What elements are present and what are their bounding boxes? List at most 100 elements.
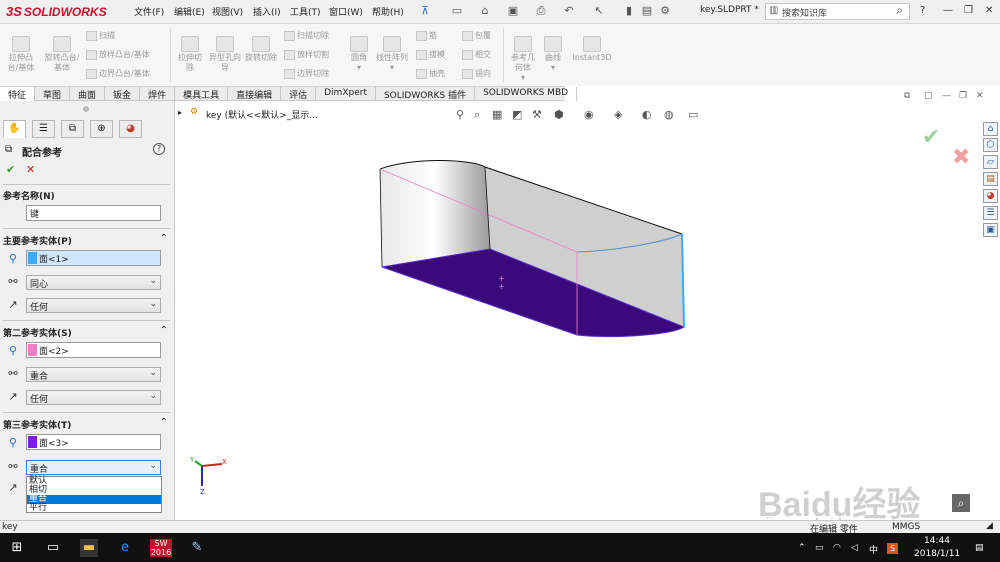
linear-pattern-button[interactable]: 线性阵列 ▾	[376, 36, 408, 73]
dropdown-option-default[interactable]: 默认	[27, 477, 161, 486]
tertiary-mate-type-select[interactable]: 重合 ⌄	[26, 460, 161, 475]
section-secondary-entity[interactable]: 第二参考实体(S) ⌃	[3, 325, 170, 339]
key-model[interactable]: + +	[372, 157, 692, 339]
file-explorer-icon[interactable]: ▬	[80, 539, 98, 557]
mate-type-dropdown-list[interactable]: 默认 相切 重合 平行	[26, 476, 162, 513]
ime-indicator[interactable]: 中	[869, 543, 878, 556]
tray-chevron-icon[interactable]: ⌃	[798, 543, 806, 553]
tab-sheet-metal[interactable]: 钣金	[105, 87, 141, 101]
search-icon[interactable]: ⌕	[896, 3, 903, 18]
file-properties-icon[interactable]: ▤	[640, 4, 654, 18]
taskpane-forum-icon[interactable]: ▣	[983, 223, 998, 237]
apply-scene-icon[interactable]: ◍	[664, 108, 674, 121]
curves-button[interactable]: 曲线 ▾	[540, 36, 566, 73]
network-icon[interactable]: ▭	[815, 543, 824, 553]
view-settings-icon[interactable]: ▭	[688, 108, 698, 121]
draft-button[interactable]: 拔模	[416, 49, 445, 60]
collapse-chevron-icon[interactable]: ⌃	[160, 417, 168, 428]
tab-mold-tools[interactable]: 模具工具	[175, 87, 229, 101]
tab-evaluate[interactable]: 评估	[281, 87, 317, 101]
taskpane-file-explorer-icon[interactable]: ▤	[983, 172, 998, 186]
graphics-area[interactable]: ▸ ⚙ key (默认<<默认>_显示... ⚲ ⌕ ▦ ◩ ⚒ ⬢ ◉ ◈ ◐…	[176, 91, 984, 530]
section-tertiary-entity[interactable]: 第三参考实体(T) ⌃	[3, 417, 170, 431]
primary-alignment-select[interactable]: 任何 ⌄	[26, 298, 161, 313]
open-file-icon[interactable]: ⌂	[478, 4, 492, 18]
secondary-entity-selection[interactable]: 面<2>	[26, 342, 161, 358]
boundary-boss-button[interactable]: 边界凸台/基体	[86, 68, 150, 79]
edge-browser-icon[interactable]: e	[116, 539, 134, 557]
dynamic-annotation-icon[interactable]: ⚒	[532, 108, 542, 121]
wrap-button[interactable]: 包覆	[462, 30, 491, 41]
restore-icon[interactable]: ❐	[964, 5, 973, 16]
boundary-cut-button[interactable]: 边界切除	[284, 68, 329, 79]
viewport-tile-icon[interactable]: ▢	[924, 91, 933, 101]
tab-sketch[interactable]: 草图	[35, 87, 71, 101]
undo-icon[interactable]: ↶	[562, 4, 576, 18]
property-manager-tab-icon[interactable]: ☰	[32, 120, 55, 138]
menu-edit[interactable]: 编辑(E)	[174, 5, 205, 18]
tab-mbd[interactable]: SOLIDWORKS MBD	[475, 87, 578, 101]
windows-start-icon[interactable]: ⊞	[8, 539, 26, 557]
options-gear-icon[interactable]: ⚙	[658, 4, 672, 18]
menu-help[interactable]: 帮助(H)	[372, 5, 404, 18]
rib-button[interactable]: 筋	[416, 30, 437, 41]
model-end-face[interactable]	[380, 160, 490, 268]
section-view-icon[interactable]: ◩	[512, 108, 522, 121]
confirm-cancel-icon[interactable]: ✖	[952, 145, 970, 170]
collapse-chevron-icon[interactable]: ⌃	[160, 233, 168, 244]
loft-button[interactable]: 放样凸台/基体	[86, 49, 150, 60]
dimxpert-manager-tab-icon[interactable]: ⊕	[90, 120, 113, 138]
fillet-button[interactable]: 圆角 ▾	[346, 36, 372, 73]
secondary-mate-type-select[interactable]: 重合 ⌄	[26, 367, 161, 382]
viewport-restore-icon[interactable]: ⧉	[904, 91, 910, 101]
pin-icon[interactable]: ⊼	[418, 4, 432, 18]
tertiary-entity-selection[interactable]: 面<3>	[26, 434, 161, 450]
shell-button[interactable]: 抽壳	[416, 68, 445, 79]
viewport-close-icon[interactable]: ✕	[976, 91, 984, 101]
collapse-chevron-icon[interactable]: ⌃	[160, 325, 168, 336]
hide-show-items-icon[interactable]: ◈	[614, 108, 622, 121]
feature-manager-tab-icon[interactable]: ✋	[3, 120, 26, 138]
menu-window[interactable]: 窗口(W)	[329, 5, 363, 18]
notifications-icon[interactable]: ▤	[975, 543, 984, 553]
panel-handle[interactable]	[83, 106, 89, 112]
sogou-ime-icon[interactable]: S	[887, 543, 898, 554]
search-scope-icon[interactable]: ▥	[769, 5, 778, 16]
wifi-icon[interactable]: ◠	[833, 543, 841, 553]
flyout-tree-label[interactable]: key (默认<<默认>_显示...	[206, 108, 318, 121]
viewport-minimize-icon[interactable]: —	[942, 91, 951, 101]
tab-weldments[interactable]: 焊件	[140, 87, 176, 101]
confirm-ok-icon[interactable]: ✔	[922, 125, 940, 150]
primary-entity-selection[interactable]: 面<1>	[26, 250, 161, 266]
menu-insert[interactable]: 插入(I)	[253, 5, 281, 18]
tab-addins[interactable]: SOLIDWORKS 插件	[376, 87, 476, 101]
lofted-cut-button[interactable]: 放样切割	[284, 49, 329, 60]
help-button[interactable]: ?	[920, 5, 925, 16]
clock-date[interactable]: 2018/1/11	[914, 549, 960, 559]
primary-mate-type-select[interactable]: 同心 ⌄	[26, 275, 161, 290]
extruded-boss-button[interactable]: 拉伸凸台/基体	[4, 36, 38, 73]
revolved-boss-button[interactable]: 旋转凸台/基体	[44, 36, 80, 73]
revolved-cut-button[interactable]: 旋转切除	[245, 36, 277, 63]
zoom-to-fit-icon[interactable]: ⚲	[456, 108, 464, 121]
curves-dropdown-icon[interactable]: ▾	[540, 63, 566, 73]
rebuild-icon[interactable]: ▮	[622, 4, 636, 18]
resize-grip-icon[interactable]: ◢	[986, 521, 993, 531]
minimize-icon[interactable]: —	[943, 5, 953, 16]
extruded-cut-button[interactable]: 拉伸切除	[175, 36, 205, 73]
tab-surfaces[interactable]: 曲面	[70, 87, 106, 101]
save-icon[interactable]: ▣	[506, 4, 520, 18]
print-icon[interactable]: ⎙	[534, 4, 548, 18]
taskpane-resources-icon[interactable]: ⬡	[983, 138, 998, 152]
intersect-button[interactable]: 相交	[462, 49, 491, 60]
sweep-button[interactable]: 扫描	[86, 30, 115, 41]
clock-time[interactable]: 14:44	[924, 536, 950, 546]
search-knowledge-base[interactable]: ▥ 搜索知识库 ⌕	[765, 3, 910, 20]
solidworks-taskbar-icon[interactable]: SW 2016	[150, 539, 172, 557]
configuration-manager-tab-icon[interactable]: ⧉	[61, 120, 84, 138]
fillet-dropdown-icon[interactable]: ▾	[346, 63, 372, 73]
secondary-alignment-select[interactable]: 任何 ⌄	[26, 390, 161, 405]
dropdown-option-parallel[interactable]: 平行	[27, 504, 161, 513]
viewport-maximize-icon[interactable]: ❐	[959, 91, 967, 101]
taskpane-appearances-icon[interactable]: ◕	[983, 189, 998, 203]
